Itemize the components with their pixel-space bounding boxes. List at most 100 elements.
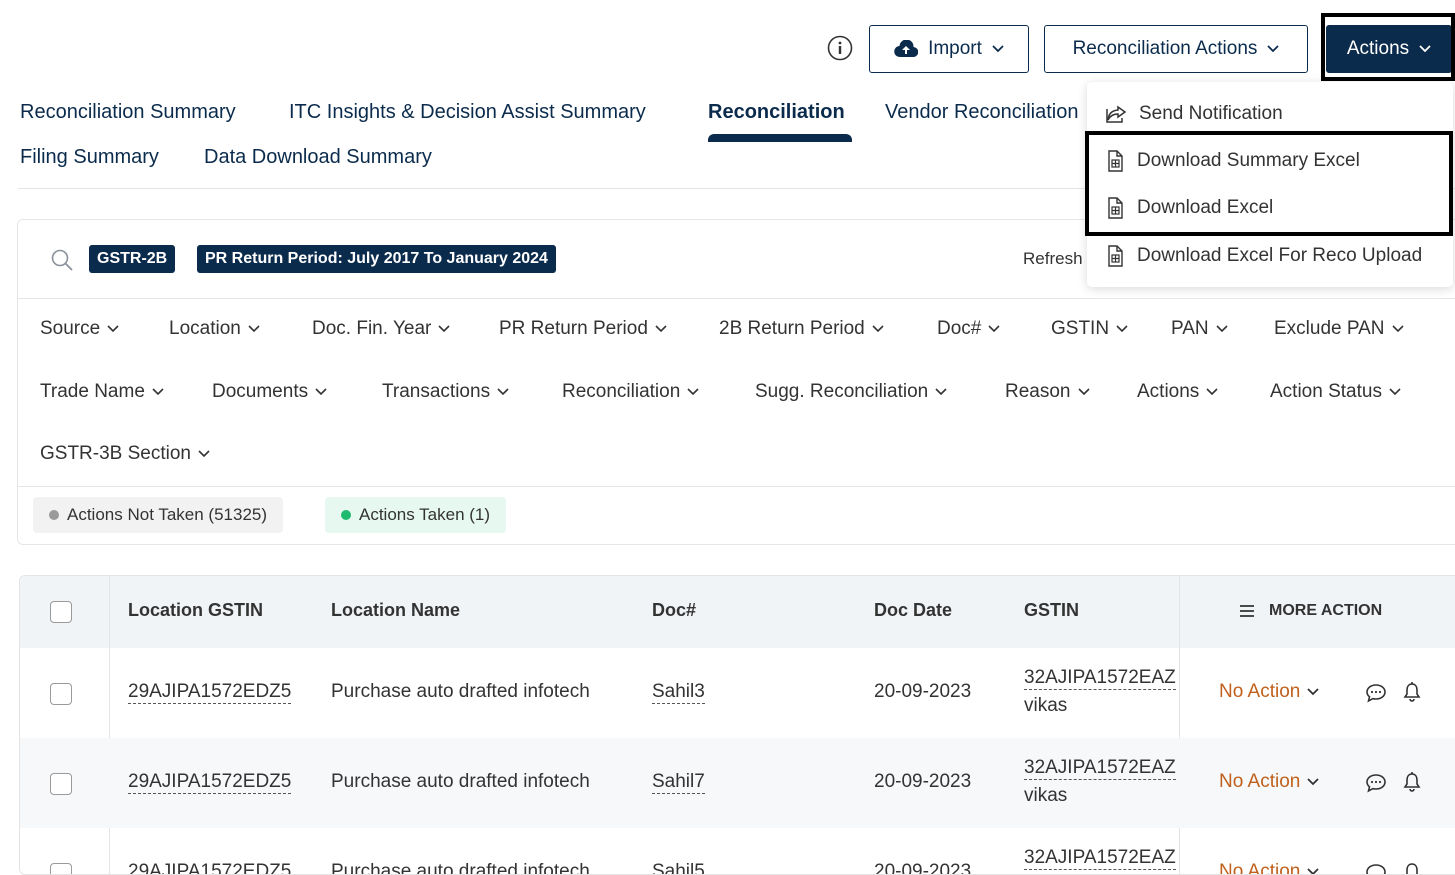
import-button[interactable]: Import (869, 25, 1029, 73)
filter-action-status[interactable]: Action Status (1270, 381, 1401, 403)
filter-label: Exclude PAN (1274, 318, 1385, 339)
filter-label: GSTR-3B Section (40, 443, 191, 464)
row-checkbox[interactable] (50, 773, 72, 795)
reconciliation-actions-button[interactable]: Reconciliation Actions (1044, 25, 1308, 73)
tab-reconciliation-summary[interactable]: Reconciliation Summary (20, 101, 236, 124)
column-doc-no[interactable]: Doc# (652, 600, 696, 621)
filter-label: Reason (1005, 381, 1071, 402)
bell-icon[interactable] (1402, 861, 1422, 874)
table-row[interactable]: 29AJIPA1572EDZ5 Purchase auto drafted in… (20, 738, 1455, 828)
filter-2b-return-period[interactable]: 2B Return Period (719, 318, 884, 340)
row-checkbox[interactable] (50, 683, 72, 705)
gstin-link[interactable]: 32AJIPA1572EAZ (1024, 847, 1176, 870)
comment-icon[interactable] (1365, 863, 1387, 874)
refresh-link[interactable]: Refresh (1023, 249, 1083, 269)
status-divider (18, 486, 1455, 487)
location-gstin-link[interactable]: 29AJIPA1572EDZ5 (128, 861, 291, 874)
filter-label: PAN (1171, 318, 1209, 339)
filter-location[interactable]: Location (169, 318, 260, 340)
filter-label: Documents (212, 381, 309, 402)
actions-highlight (1321, 13, 1455, 81)
no-action-dropdown[interactable]: No Action (1219, 861, 1319, 875)
filter-label: Source (40, 318, 101, 339)
filter-sugg-reconciliation[interactable]: Sugg. Reconciliation (755, 381, 947, 403)
filter-doc-fin-year[interactable]: Doc. Fin. Year (312, 318, 450, 340)
filter-documents[interactable]: Documents (212, 381, 327, 403)
column-location-name[interactable]: Location Name (331, 600, 460, 621)
chevron-down-icon (1267, 45, 1280, 53)
location-gstin-link[interactable]: 29AJIPA1572EDZ5 (128, 681, 292, 704)
location-gstin-link[interactable]: 29AJIPA1572EDZ5 (128, 771, 292, 794)
menu-icon (1238, 603, 1256, 619)
action-label: No Action (1219, 861, 1301, 875)
doc-no-link[interactable]: Sahil5 (652, 861, 705, 874)
active-tab-indicator (708, 134, 852, 142)
chevron-down-icon (687, 388, 699, 396)
chevron-down-icon (1307, 778, 1319, 786)
chevron-down-icon (438, 325, 450, 333)
more-action-header[interactable]: MORE ACTION (1269, 602, 1382, 620)
filter-trade-name[interactable]: Trade Name (40, 381, 164, 403)
filter-reason[interactable]: Reason (1005, 381, 1090, 403)
filter-pan[interactable]: PAN (1171, 318, 1228, 340)
filter-reconciliation[interactable]: Reconciliation (562, 381, 699, 403)
filter-pr-return-period[interactable]: PR Return Period (499, 318, 667, 340)
chevron-down-icon (992, 45, 1004, 53)
tab-vendor-reconciliation[interactable]: Vendor Reconciliation (885, 101, 1078, 124)
select-all-checkbox[interactable] (50, 601, 72, 623)
bell-icon[interactable] (1402, 771, 1422, 793)
actions-taken-pill[interactable]: Actions Taken (1) (325, 497, 507, 533)
chevron-down-icon (1116, 325, 1128, 333)
doc-no-link[interactable]: Sahil3 (652, 681, 705, 704)
bell-icon[interactable] (1402, 681, 1422, 703)
filter-exclude-pan[interactable]: Exclude PAN (1274, 318, 1404, 340)
chevron-down-icon (497, 388, 509, 396)
info-icon[interactable] (827, 35, 853, 61)
gstin-link[interactable]: 32AJIPA1572EAZ (1024, 667, 1176, 690)
status-dot (341, 510, 351, 520)
action-label: No Action (1219, 681, 1301, 702)
chevron-down-icon (198, 450, 210, 458)
table-row[interactable]: 29AJIPA1572EDZ5 Purchase auto drafted in… (20, 828, 1455, 875)
chevron-down-icon (107, 325, 119, 333)
filter-transactions[interactable]: Transactions (382, 381, 509, 403)
filter-label: PR Return Period (499, 318, 648, 339)
filter-actions[interactable]: Actions (1137, 381, 1218, 403)
filter-doc-no[interactable]: Doc# (937, 318, 1000, 340)
filter-label: Action Status (1270, 381, 1382, 402)
column-location-gstin[interactable]: Location GSTIN (128, 600, 263, 621)
doc-date: 20-09-2023 (874, 681, 972, 702)
reconciliation-actions-label: Reconciliation Actions (1072, 38, 1258, 59)
chevron-down-icon (988, 325, 1000, 333)
comment-icon[interactable] (1365, 683, 1387, 703)
doc-date: 20-09-2023 (874, 771, 972, 792)
column-gstin[interactable]: GSTIN (1024, 600, 1079, 621)
menu-item-download-excel-reco-upload[interactable]: Download Excel For Reco Upload (1105, 245, 1422, 267)
chevron-down-icon (935, 388, 947, 396)
row-checkbox[interactable] (50, 863, 72, 874)
cloud-upload-icon (894, 40, 919, 58)
return-type-chip[interactable]: GSTR-2B (89, 245, 176, 273)
excel-file-icon (1105, 245, 1125, 267)
comment-icon[interactable] (1365, 773, 1387, 793)
tab-itc-insights[interactable]: ITC Insights & Decision Assist Summary (289, 101, 646, 124)
gstin-link[interactable]: 32AJIPA1572EAZ (1024, 757, 1176, 780)
table-header: Location GSTIN Location Name Doc# Doc Da… (20, 576, 1455, 648)
filter-label: Transactions (382, 381, 491, 402)
menu-item-send-notification[interactable]: Send Notification (1105, 103, 1283, 125)
period-chip[interactable]: PR Return Period: July 2017 To January 2… (197, 245, 556, 273)
table-row[interactable]: 29AJIPA1572EDZ5 Purchase auto drafted in… (20, 648, 1455, 738)
search-icon[interactable] (50, 248, 74, 272)
tab-data-download-summary[interactable]: Data Download Summary (204, 146, 432, 169)
filter-gstin[interactable]: GSTIN (1051, 318, 1128, 340)
no-action-dropdown[interactable]: No Action (1219, 681, 1319, 703)
column-doc-date[interactable]: Doc Date (874, 600, 952, 621)
doc-no-link[interactable]: Sahil7 (652, 771, 705, 794)
tab-reconciliation[interactable]: Reconciliation (708, 101, 845, 124)
tab-filing-summary[interactable]: Filing Summary (20, 146, 159, 169)
no-action-dropdown[interactable]: No Action (1219, 771, 1319, 793)
filter-source[interactable]: Source (40, 318, 119, 340)
filter-gstr-3b-section[interactable]: GSTR-3B Section (40, 443, 210, 465)
actions-not-taken-pill[interactable]: Actions Not Taken (51325) (33, 497, 284, 533)
location-name: Purchase auto drafted infotech (331, 771, 590, 792)
